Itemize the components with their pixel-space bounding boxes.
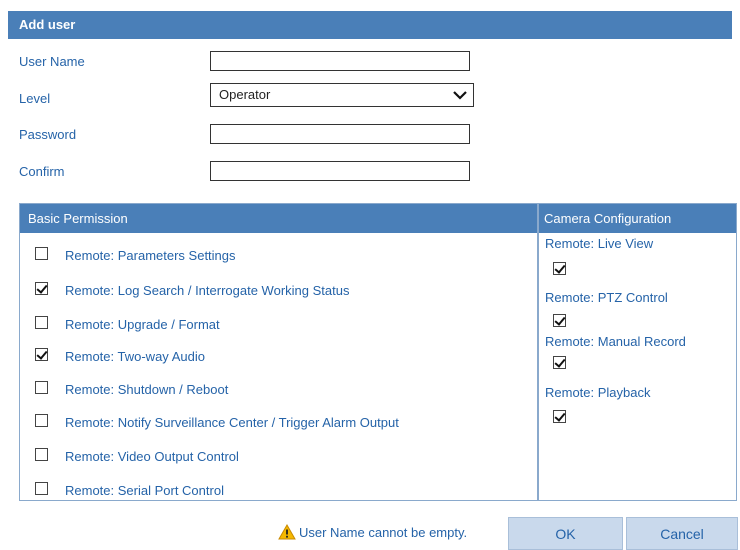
basic-permission-checkbox[interactable] <box>35 247 48 260</box>
user-name-input[interactable] <box>210 51 470 71</box>
confirm-label: Confirm <box>19 164 65 179</box>
basic-permission-label: Remote: Parameters Settings <box>65 248 236 263</box>
chevron-down-icon <box>453 91 467 100</box>
level-selected-value: Operator <box>219 87 271 102</box>
panel-divider <box>537 204 539 500</box>
basic-permission-checkbox[interactable] <box>35 348 48 361</box>
warning-message: User Name cannot be empty. <box>299 525 468 540</box>
warning-icon <box>278 524 296 540</box>
camera-permission-checkbox[interactable] <box>553 314 566 327</box>
level-label: Level <box>19 91 51 106</box>
dialog-title: Add user <box>8 11 732 39</box>
basic-permission-checkbox[interactable] <box>35 482 48 495</box>
basic-permission-label: Remote: Notify Surveillance Center / Tri… <box>65 415 399 430</box>
basic-permission-label: Remote: Log Search / Interrogate Working… <box>65 283 350 298</box>
cancel-button[interactable]: Cancel <box>626 517 738 550</box>
basic-permission-label: Remote: Shutdown / Reboot <box>65 382 229 397</box>
camera-permission-label: Remote: PTZ Control <box>545 290 668 305</box>
basic-permission-header: Basic Permission <box>20 204 537 233</box>
basic-permission-checkbox[interactable] <box>35 316 48 329</box>
camera-permission-checkbox[interactable] <box>553 410 566 423</box>
camera-permission-checkbox[interactable] <box>553 262 566 275</box>
confirm-input[interactable] <box>210 161 470 181</box>
level-select[interactable]: Operator <box>210 83 474 107</box>
camera-configuration-header: Camera Configuration <box>539 204 736 233</box>
basic-permission-label: Remote: Upgrade / Format <box>65 317 220 332</box>
user-name-label: User Name <box>19 54 85 69</box>
basic-permission-checkbox[interactable] <box>35 381 48 394</box>
basic-permission-checkbox[interactable] <box>35 448 48 461</box>
camera-permission-label: Remote: Playback <box>545 385 651 400</box>
ok-button[interactable]: OK <box>508 517 623 550</box>
camera-permission-label: Remote: Live View <box>545 236 654 251</box>
password-input[interactable] <box>210 124 470 144</box>
camera-permission-label: Remote: Manual Record <box>545 334 686 349</box>
camera-permission-checkbox[interactable] <box>553 356 566 369</box>
basic-permission-checkbox[interactable] <box>35 282 48 295</box>
basic-permission-label: Remote: Two-way Audio <box>65 349 205 364</box>
basic-permission-label: Remote: Video Output Control <box>65 449 239 464</box>
basic-permission-label: Remote: Serial Port Control <box>65 483 224 498</box>
password-label: Password <box>19 127 77 142</box>
basic-permission-checkbox[interactable] <box>35 414 48 427</box>
